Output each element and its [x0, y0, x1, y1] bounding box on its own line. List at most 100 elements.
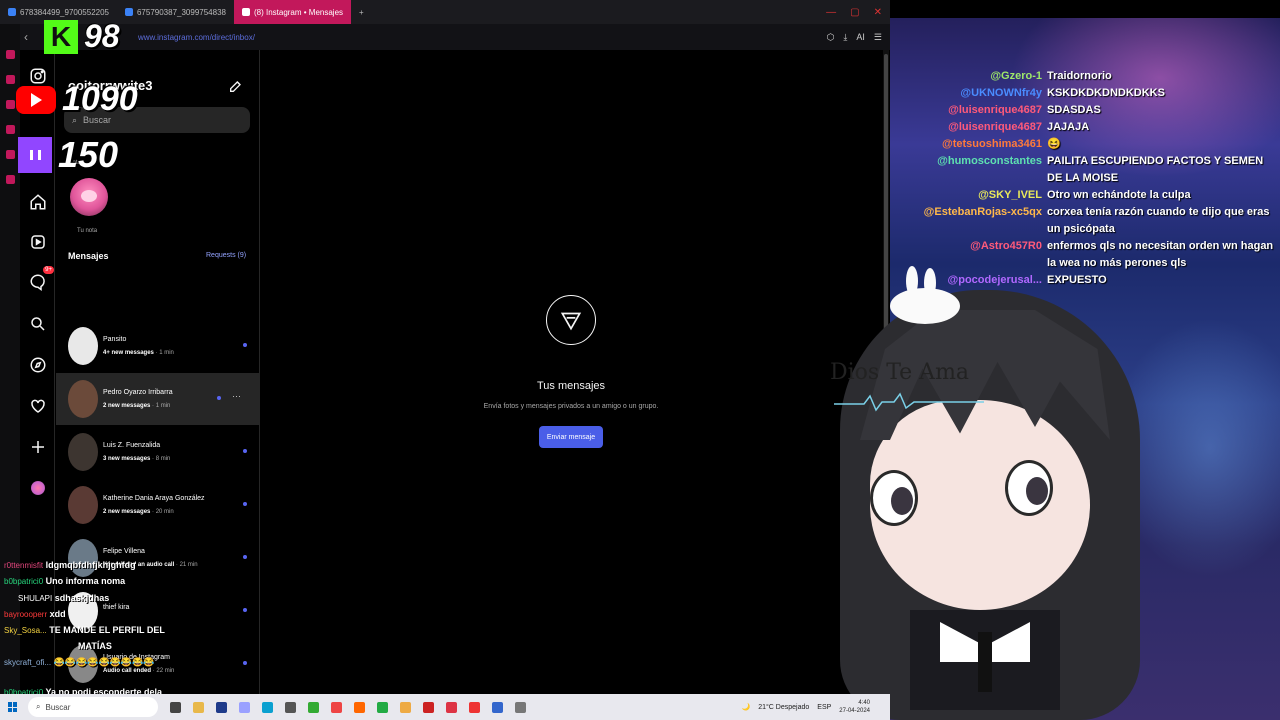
conversation-meta: thief kira	[103, 604, 129, 618]
send-message-button[interactable]: Enviar mensaje	[539, 426, 603, 448]
twitch-viewer-counter: 150	[18, 134, 118, 176]
stream-chat-text: Traidornorio	[1047, 70, 1112, 82]
profile-avatar-icon[interactable]	[26, 476, 50, 500]
app-icon[interactable]	[285, 701, 296, 713]
edge-icon[interactable]	[262, 701, 273, 713]
unread-dot-icon	[243, 555, 247, 559]
explore-icon[interactable]	[26, 353, 50, 377]
conversation-preview: 2 new messages · 20 min	[103, 509, 174, 515]
overlay-chat-user: SHULAPI	[18, 594, 53, 603]
app-icon[interactable]	[492, 701, 503, 713]
extensions-icon[interactable]: ⬡	[827, 32, 835, 43]
heartbeat-line-icon	[834, 392, 984, 412]
app-icon[interactable]	[423, 701, 434, 713]
conversation-time: · 20 min	[152, 509, 174, 515]
new-tab-button[interactable]: +	[351, 0, 372, 24]
minimize-icon[interactable]: —	[826, 7, 836, 18]
unread-dot-icon	[243, 502, 247, 506]
browser-tab[interactable]: 675790387_3099754838	[117, 0, 234, 24]
sidebar-app-icon[interactable]	[5, 175, 15, 184]
stream-chat-user: @tetsuoshima3461	[942, 138, 1042, 150]
back-arrow-icon[interactable]: ‹	[24, 30, 28, 44]
app-icon[interactable]	[308, 701, 319, 713]
conversation-meta: Pansito 4+ new messages · 1 min	[103, 336, 174, 356]
download-icon[interactable]: ⤓	[843, 32, 847, 43]
menu-icon[interactable]: ☰	[874, 32, 882, 43]
kick-viewer-counter: K 98	[44, 18, 120, 55]
conversation-preview: 2 new messages · 1 min	[103, 403, 171, 409]
app-v-icon[interactable]	[216, 701, 227, 713]
stream-chat-user: @Astro457R0	[970, 240, 1042, 252]
taskbar-search-input[interactable]: ⌕ Buscar	[28, 697, 158, 717]
browser-sidebar	[0, 24, 20, 694]
close-icon[interactable]: ✕	[874, 7, 882, 18]
conversation-meta: Katherine Dania Araya González 2 new mess…	[103, 495, 205, 515]
kick-logo-icon: K	[44, 19, 78, 54]
sidebar-app-icon[interactable]	[5, 75, 15, 84]
sidebar-app-icon[interactable]	[5, 150, 15, 159]
clock[interactable]: 4:40 27-04-2024	[839, 699, 870, 715]
app-icon[interactable]	[377, 701, 388, 713]
file-explorer-icon[interactable]	[193, 701, 204, 713]
unread-dot-icon	[243, 343, 247, 347]
conversation-time: · 8 min	[152, 456, 171, 462]
app-a-icon[interactable]	[239, 701, 250, 713]
stream-chat-user: @SKY_IVEL	[978, 189, 1042, 201]
address-bar: ‹ www.instagram.com/direct/inbox/ ⬡ ⤓ AI…	[0, 24, 890, 50]
firefox-icon[interactable]	[354, 701, 365, 713]
vtuber-avatar: Dios Te Ama	[830, 266, 1160, 720]
requests-link[interactable]: Requests (9)	[206, 252, 246, 259]
stream-chat-text: KSKDKDKDNDKDKKS	[1047, 87, 1165, 99]
conversation-name: Pansito	[103, 336, 127, 343]
create-plus-icon[interactable]	[26, 435, 50, 459]
calculator-icon[interactable]	[515, 701, 526, 713]
overlay-chat-message: skycraft_ofi... 😂😂😂😂😂😂😂😂😂	[4, 657, 155, 668]
conversation-time: · 22 min	[152, 668, 175, 674]
stream-chat-user: @Gzero-1	[990, 70, 1042, 82]
unread-dot-icon	[243, 449, 247, 453]
notifications-heart-icon[interactable]	[26, 394, 50, 418]
sidebar-app-icon[interactable]	[5, 100, 15, 109]
opera-icon[interactable]	[469, 701, 480, 713]
weather-text[interactable]: 21°C Despejado	[758, 704, 809, 711]
search-icon[interactable]	[26, 312, 50, 336]
avatar-tie	[978, 632, 992, 692]
language-indicator[interactable]: ESP	[817, 704, 831, 711]
clock-time: 4:40	[858, 700, 870, 706]
reels-icon[interactable]	[26, 230, 50, 254]
weather-icon: 🌙	[741, 704, 751, 711]
app-icon[interactable]	[331, 701, 342, 713]
your-note-avatar[interactable]	[70, 178, 108, 216]
app-icon[interactable]	[446, 701, 457, 713]
conversation-name: Pedro Oyarzo Irribarra	[103, 389, 173, 396]
youtube-viewer-counter: 1090	[16, 80, 138, 119]
avatar-eye	[1005, 460, 1053, 516]
windows-taskbar: ⌕ Buscar 🌙 21°C Despejado ESP 4:40 27-04…	[0, 694, 890, 720]
compose-icon[interactable]	[228, 78, 244, 94]
youtube-count: 1090	[62, 80, 138, 118]
overlay-chat-message: bayroooperr xdd	[4, 609, 66, 619]
messages-icon[interactable]: 9+	[26, 266, 54, 294]
messenger-icon	[546, 295, 596, 345]
stream-chat-text: JAJAJA	[1047, 121, 1090, 133]
task-view-icon[interactable]	[170, 701, 181, 713]
windows-start-icon[interactable]	[8, 702, 18, 712]
chrome-icon[interactable]	[400, 701, 411, 713]
avatar-eye	[870, 470, 918, 526]
conversation-row[interactable]: Katherine Dania Araya González 2 new mess…	[56, 479, 259, 531]
overlay-chat-message: Sky_Sosa... TE MANDE EL PERFIL DEL	[4, 625, 165, 635]
sidebar-app-icon[interactable]	[5, 50, 15, 59]
overlay-chat-text: xdd	[49, 609, 66, 619]
maximize-icon[interactable]: ▢	[850, 7, 859, 18]
sidebar-app-icon[interactable]	[5, 125, 15, 134]
ai-button[interactable]: AI	[856, 32, 865, 43]
url-field[interactable]: www.instagram.com/direct/inbox/	[138, 33, 255, 42]
home-icon[interactable]	[26, 190, 50, 214]
search-icon: ⌕	[36, 702, 41, 711]
conversation-row[interactable]: Luis Z. Fuenzalida 3 new messages · 8 min	[56, 426, 259, 478]
overlay-chat-message: MATÍAS	[78, 641, 112, 651]
conversation-row[interactable]: Pansito 4+ new messages · 1 min	[56, 320, 259, 372]
more-options-icon[interactable]: ···	[232, 391, 241, 401]
browser-tab-active[interactable]: (8) Instagram • Mensajes	[233, 0, 352, 24]
conversation-row[interactable]: Pedro Oyarzo Irribarra 2 new messages · 1…	[56, 373, 259, 425]
